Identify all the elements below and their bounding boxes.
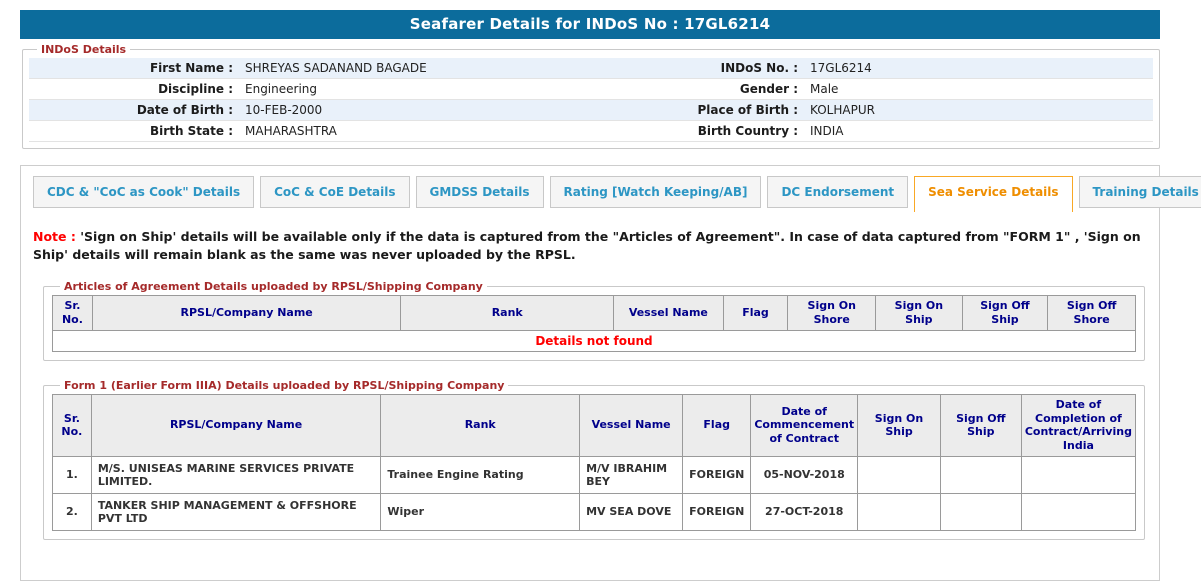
column-header: Sign Off Shore: [1048, 296, 1136, 331]
articles-of-agreement-panel: Articles of Agreement Details uploaded b…: [43, 280, 1145, 361]
page: Seafarer Details for INDoS No : 17GL6214…: [20, 10, 1160, 581]
field-value: Male: [804, 79, 1153, 100]
completion-date-cell: [1021, 456, 1135, 493]
table-row: 2. TANKER SHIP MANAGEMENT & OFFSHORE PVT…: [53, 493, 1136, 530]
field-value: SHREYAS SADANAND BAGADE: [239, 58, 639, 79]
field-label: Discipline :: [29, 79, 239, 100]
field-label: INDoS No. :: [639, 58, 804, 79]
column-header: Sign Off Ship: [962, 296, 1048, 331]
sign-on-ship-note: Note : 'Sign on Ship' details will be av…: [33, 228, 1147, 264]
tab-dc-endorsement[interactable]: DC Endorsement: [767, 176, 908, 208]
commencement-date-cell: 27-OCT-2018: [751, 493, 858, 530]
field-value: 10-FEB-2000: [239, 100, 639, 121]
column-header: Sign On Shore: [788, 296, 876, 331]
company-cell: M/S. UNISEAS MARINE SERVICES PRIVATE LIM…: [91, 456, 381, 493]
table-row: 1. M/S. UNISEAS MARINE SERVICES PRIVATE …: [53, 456, 1136, 493]
field-label: Place of Birth :: [639, 100, 804, 121]
field-value: KOLHAPUR: [804, 100, 1153, 121]
column-header: Date of Commencement of Contract: [751, 394, 858, 456]
vessel-cell: M/V IBRAHIM BEY: [580, 456, 683, 493]
company-cell: TANKER SHIP MANAGEMENT & OFFSHORE PVT LT…: [91, 493, 381, 530]
column-header: Vessel Name: [614, 296, 724, 331]
column-header: Rank: [381, 394, 580, 456]
completion-date-cell: [1021, 493, 1135, 530]
detail-row: Discipline : Engineering Gender : Male: [29, 79, 1153, 100]
indos-details-table: First Name : SHREYAS SADANAND BAGADE IND…: [29, 58, 1153, 142]
tab-coc-coe-details[interactable]: CoC & CoE Details: [260, 176, 409, 208]
column-header: RPSL/Company Name: [91, 394, 381, 456]
field-label: Date of Birth :: [29, 100, 239, 121]
column-header: Flag: [723, 296, 788, 331]
field-value: 17GL6214: [804, 58, 1153, 79]
flag-cell: FOREIGN: [683, 456, 751, 493]
sign-off-ship-cell: [940, 493, 1021, 530]
note-text: 'Sign on Ship' details will be available…: [33, 229, 1141, 262]
tab-training-details[interactable]: Training Details: [1079, 176, 1201, 208]
indos-details-panel: INDoS Details First Name : SHREYAS SADAN…: [22, 43, 1160, 149]
note-prefix: Note :: [33, 229, 76, 244]
tab-cdc-coc-as-cook-details[interactable]: CDC & "CoC as Cook" Details: [33, 176, 254, 208]
field-label: Birth State :: [29, 121, 239, 142]
details-not-found-message: Details not found: [53, 330, 1136, 351]
flag-cell: FOREIGN: [683, 493, 751, 530]
detail-row: First Name : SHREYAS SADANAND BAGADE IND…: [29, 58, 1153, 79]
field-value: MAHARASHTRA: [239, 121, 639, 142]
sign-on-ship-cell: [858, 493, 941, 530]
column-header: Date of Completion of Contract/Arriving …: [1021, 394, 1135, 456]
table-header-row: Sr. No. RPSL/Company Name Rank Vessel Na…: [53, 394, 1136, 456]
tab-content-panel: CDC & "CoC as Cook" Details CoC & CoE De…: [20, 165, 1160, 581]
field-label: Birth Country :: [639, 121, 804, 142]
page-title: Seafarer Details for INDoS No : 17GL6214: [20, 10, 1160, 39]
commencement-date-cell: 05-NOV-2018: [751, 456, 858, 493]
form1-table: Sr. No. RPSL/Company Name Rank Vessel Na…: [52, 394, 1136, 531]
tab-rating-watch-keeping-ab[interactable]: Rating [Watch Keeping/AB]: [550, 176, 762, 208]
column-header: Flag: [683, 394, 751, 456]
detail-row: Date of Birth : 10-FEB-2000 Place of Bir…: [29, 100, 1153, 121]
articles-of-agreement-legend: Articles of Agreement Details uploaded b…: [60, 280, 487, 293]
column-header: Vessel Name: [580, 394, 683, 456]
detail-row: Birth State : MAHARASHTRA Birth Country …: [29, 121, 1153, 142]
vessel-cell: MV SEA DOVE: [580, 493, 683, 530]
articles-of-agreement-table: Sr. No. RPSL/Company Name Rank Vessel Na…: [52, 295, 1136, 352]
rank-cell: Trainee Engine Rating: [381, 456, 580, 493]
column-header: RPSL/Company Name: [92, 296, 400, 331]
tab-gmdss-details[interactable]: GMDSS Details: [416, 176, 544, 208]
tab-sea-service-details[interactable]: Sea Service Details: [914, 176, 1072, 212]
column-header: Sign Off Ship: [940, 394, 1021, 456]
column-header: Sign On Ship: [858, 394, 941, 456]
rank-cell: Wiper: [381, 493, 580, 530]
form1-legend: Form 1 (Earlier Form IIIA) Details uploa…: [60, 379, 508, 392]
field-value: Engineering: [239, 79, 639, 100]
column-header: Sr. No.: [53, 296, 93, 331]
field-value: INDIA: [804, 121, 1153, 142]
column-header: Sign On Ship: [876, 296, 963, 331]
table-header-row: Sr. No. RPSL/Company Name Rank Vessel Na…: [53, 296, 1136, 331]
sign-off-ship-cell: [940, 456, 1021, 493]
column-header: Sr. No.: [53, 394, 92, 456]
sr-no-cell: 2.: [53, 493, 92, 530]
field-label: First Name :: [29, 58, 239, 79]
sr-no-cell: 1.: [53, 456, 92, 493]
empty-row: Details not found: [53, 330, 1136, 351]
indos-details-legend: INDoS Details: [37, 43, 130, 56]
field-label: Gender :: [639, 79, 804, 100]
form1-panel: Form 1 (Earlier Form IIIA) Details uploa…: [43, 379, 1145, 540]
tab-bar: CDC & "CoC as Cook" Details CoC & CoE De…: [33, 176, 1149, 212]
sign-on-ship-cell: [858, 456, 941, 493]
column-header: Rank: [401, 296, 614, 331]
